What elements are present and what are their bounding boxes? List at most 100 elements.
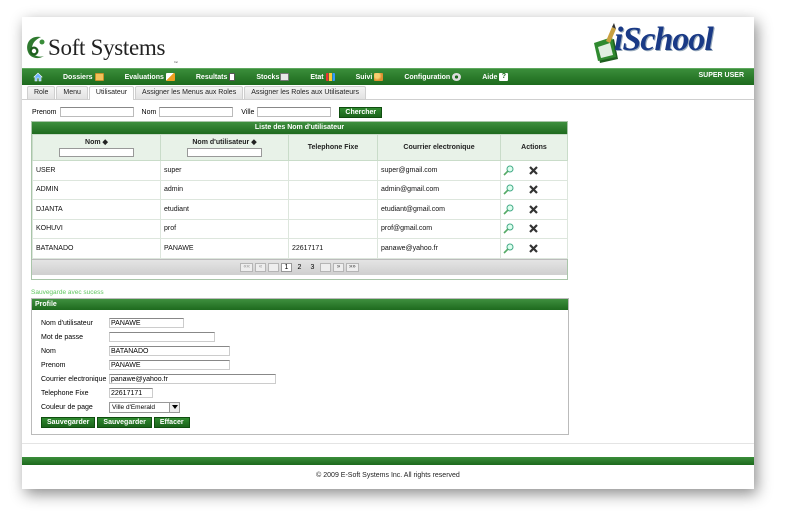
nav-label-aide: Aide bbox=[482, 73, 498, 81]
ischool-logo: iSchool bbox=[592, 21, 752, 63]
field-row-courrier: Courrier electronique bbox=[41, 373, 276, 385]
company-logo: Soft Systems Inc bbox=[24, 22, 178, 64]
pager-spacer bbox=[268, 262, 279, 272]
view-magnifier-icon[interactable] bbox=[503, 223, 514, 234]
nav-label-dossiers: Dossiers bbox=[63, 73, 93, 81]
nav-item-resultats[interactable]: Resultats bbox=[196, 73, 236, 81]
cell-nom: ADMIN bbox=[32, 179, 161, 200]
search-button[interactable]: Chercher bbox=[339, 106, 383, 118]
view-magnifier-icon[interactable] bbox=[503, 165, 514, 176]
clear-button[interactable]: Effacer bbox=[153, 417, 190, 428]
table-row[interactable]: ADMIN admin admin@gmail.com bbox=[32, 179, 568, 200]
prenom-search-label: Prenom bbox=[32, 108, 57, 116]
color-select[interactable]: Ville d'Emerald bbox=[109, 401, 180, 413]
cell-telephone bbox=[288, 199, 378, 220]
delete-x-icon[interactable] bbox=[529, 243, 538, 253]
nom-utilisateur-filter-input[interactable] bbox=[187, 148, 262, 157]
profile-title: Profile bbox=[32, 299, 568, 310]
nav-item-configuration[interactable]: Configuration bbox=[404, 73, 462, 81]
email-field[interactable] bbox=[109, 374, 276, 384]
nav-item-dossiers[interactable]: Dossiers bbox=[63, 73, 104, 81]
pager-page-1[interactable]: 1 bbox=[281, 262, 292, 272]
cell-telephone: 22617171 bbox=[288, 238, 378, 259]
pager-last-button[interactable]: »» bbox=[346, 262, 359, 272]
nav-item-aide[interactable]: Aide? bbox=[482, 73, 509, 81]
table-row[interactable]: BATANADO PANAWE 22617171 panawe@yahoo.fr bbox=[32, 238, 568, 259]
nav-item-stocks[interactable]: Stocks bbox=[256, 73, 290, 81]
tab-assigner-roles-utilisateurs[interactable]: Assigner les Roles aux Utilisateurs bbox=[244, 86, 366, 99]
tab-role[interactable]: Role bbox=[27, 86, 56, 99]
nav-item-evaluations[interactable]: Evaluations bbox=[125, 73, 175, 81]
users-table: Nom ◆ Nom d'utilisateur ◆ Telephone Fixe… bbox=[32, 134, 568, 259]
cell-nom: DJANTA bbox=[32, 199, 161, 220]
tab-assigner-menus-roles[interactable]: Assigner les Menus aux Roles bbox=[135, 86, 244, 99]
nom-utilisateur-field[interactable] bbox=[109, 318, 184, 328]
nav-item-suivi[interactable]: Suivi bbox=[356, 73, 384, 81]
bar-chart-icon bbox=[325, 73, 335, 81]
cell-nom-utilisateur: admin bbox=[160, 179, 289, 200]
nom-field[interactable] bbox=[109, 346, 230, 356]
tab-menu[interactable]: Menu bbox=[56, 86, 88, 99]
delete-x-icon[interactable] bbox=[529, 165, 538, 175]
header: Soft Systems Inc iSchool bbox=[22, 17, 754, 67]
profile-panel: Profile Nom d'utilisateur Mot de passe N… bbox=[31, 298, 569, 435]
column-header-nom[interactable]: Nom ◆ bbox=[32, 134, 161, 161]
password-field[interactable] bbox=[109, 332, 215, 342]
prenom-search-input[interactable] bbox=[59, 107, 134, 117]
view-magnifier-icon[interactable] bbox=[503, 184, 514, 195]
field-row-prenom: Prenom bbox=[41, 359, 230, 371]
chevron-down-icon[interactable] bbox=[169, 402, 179, 412]
pager-spacer bbox=[320, 262, 331, 272]
success-message: Sauvegarde avec sucess bbox=[31, 289, 104, 296]
home-icon[interactable] bbox=[33, 72, 43, 82]
view-magnifier-icon[interactable] bbox=[503, 243, 514, 254]
table-row[interactable]: KOHUVI prof prof@gmail.com bbox=[32, 218, 568, 239]
pager-page-2[interactable]: 2 bbox=[294, 263, 305, 272]
nav-label-stocks: Stocks bbox=[256, 73, 280, 81]
cell-actions bbox=[500, 218, 568, 239]
pager-page-3[interactable]: 3 bbox=[307, 263, 318, 272]
nav-label-suivi: Suivi bbox=[355, 73, 373, 81]
cell-telephone bbox=[288, 179, 378, 200]
column-header-actions: Actions bbox=[500, 134, 568, 161]
nom-label: Nom bbox=[41, 347, 56, 355]
delete-x-icon[interactable] bbox=[529, 204, 538, 214]
app-window: Soft Systems Inc iSchool Dossiers Evalua… bbox=[22, 17, 754, 489]
field-row-nom: Nom bbox=[41, 345, 230, 357]
cell-telephone bbox=[288, 160, 378, 181]
prenom-label: Prenom bbox=[41, 361, 66, 369]
nom-search-input[interactable] bbox=[159, 107, 234, 117]
tab-utilisateur[interactable]: Utilisateur bbox=[88, 86, 135, 100]
delete-x-icon[interactable] bbox=[529, 224, 538, 234]
current-user-label: SUPER USER bbox=[698, 72, 744, 79]
brand-name: Soft Systems bbox=[48, 35, 166, 60]
pager-first-button[interactable]: «« bbox=[240, 262, 253, 272]
help-icon: ? bbox=[499, 73, 509, 81]
cell-courrier: admin@gmail.com bbox=[377, 179, 501, 200]
couleur-label: Couleur de page bbox=[41, 403, 93, 411]
field-row-couleur: Couleur de page Ville d'Emerald bbox=[41, 401, 180, 413]
nom-utilisateur-label: Nom d'utilisateur bbox=[41, 319, 93, 327]
table-row[interactable]: DJANTA etudiant etudiant@gmail.com bbox=[32, 199, 568, 220]
nom-filter-input[interactable] bbox=[59, 148, 134, 157]
nav-label-configuration: Configuration bbox=[404, 73, 451, 81]
color-select-value: Ville d'Emerald bbox=[112, 403, 156, 411]
copyright-text: © 2009 E-Soft Systems Inc. All rights re… bbox=[316, 472, 460, 479]
pager-next-button[interactable]: » bbox=[333, 262, 344, 272]
view-magnifier-icon[interactable] bbox=[503, 204, 514, 215]
save-button[interactable]: Sauvegarder bbox=[41, 417, 96, 428]
telephone-field[interactable] bbox=[109, 388, 153, 398]
cell-actions bbox=[500, 160, 568, 181]
nav-item-etat[interactable]: Etat bbox=[310, 73, 335, 81]
pager-prev-button[interactable]: « bbox=[255, 262, 266, 272]
column-header-nom-utilisateur[interactable]: Nom d'utilisateur ◆ bbox=[160, 134, 289, 161]
delete-x-icon[interactable] bbox=[529, 185, 538, 195]
save-button-secondary[interactable]: Sauvegarder bbox=[97, 417, 152, 428]
field-row-telephone: Telephone Fixe bbox=[41, 387, 153, 399]
table-row[interactable]: USER super super@gmail.com bbox=[32, 160, 568, 181]
nav-label-evaluations: Evaluations bbox=[124, 73, 164, 81]
ville-search-input[interactable] bbox=[257, 107, 332, 117]
prenom-field[interactable] bbox=[109, 360, 230, 370]
footer-divider bbox=[22, 443, 754, 444]
telephone-label: Telephone Fixe bbox=[41, 389, 89, 397]
